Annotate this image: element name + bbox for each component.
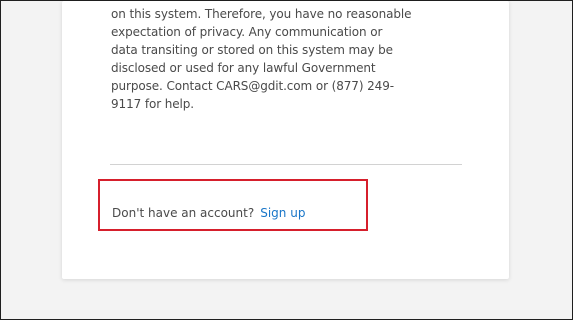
privacy-notice-line: 9117 for help. bbox=[111, 97, 195, 111]
screenshot-frame: on this system. Therefore, you have no r… bbox=[0, 0, 573, 320]
privacy-notice: on this system. Therefore, you have no r… bbox=[111, 5, 476, 113]
section-divider bbox=[110, 164, 462, 165]
signup-row: Don't have an account? Sign up bbox=[112, 206, 305, 220]
privacy-notice-line: on this system. Therefore, you have no r… bbox=[111, 7, 412, 21]
sign-up-link[interactable]: Sign up bbox=[260, 206, 305, 220]
privacy-notice-line: data transiting or stored on this system… bbox=[111, 43, 393, 57]
login-card: on this system. Therefore, you have no r… bbox=[62, 1, 509, 279]
privacy-notice-line: disclosed or used for any lawful Governm… bbox=[111, 61, 376, 75]
privacy-notice-line: purpose. Contact CARS@gdit.com or (877) … bbox=[111, 79, 394, 93]
signup-highlight-box: Don't have an account? Sign up bbox=[98, 179, 368, 231]
signup-prompt: Don't have an account? bbox=[112, 206, 255, 220]
privacy-notice-line: expectation of privacy. Any communicatio… bbox=[111, 25, 383, 39]
